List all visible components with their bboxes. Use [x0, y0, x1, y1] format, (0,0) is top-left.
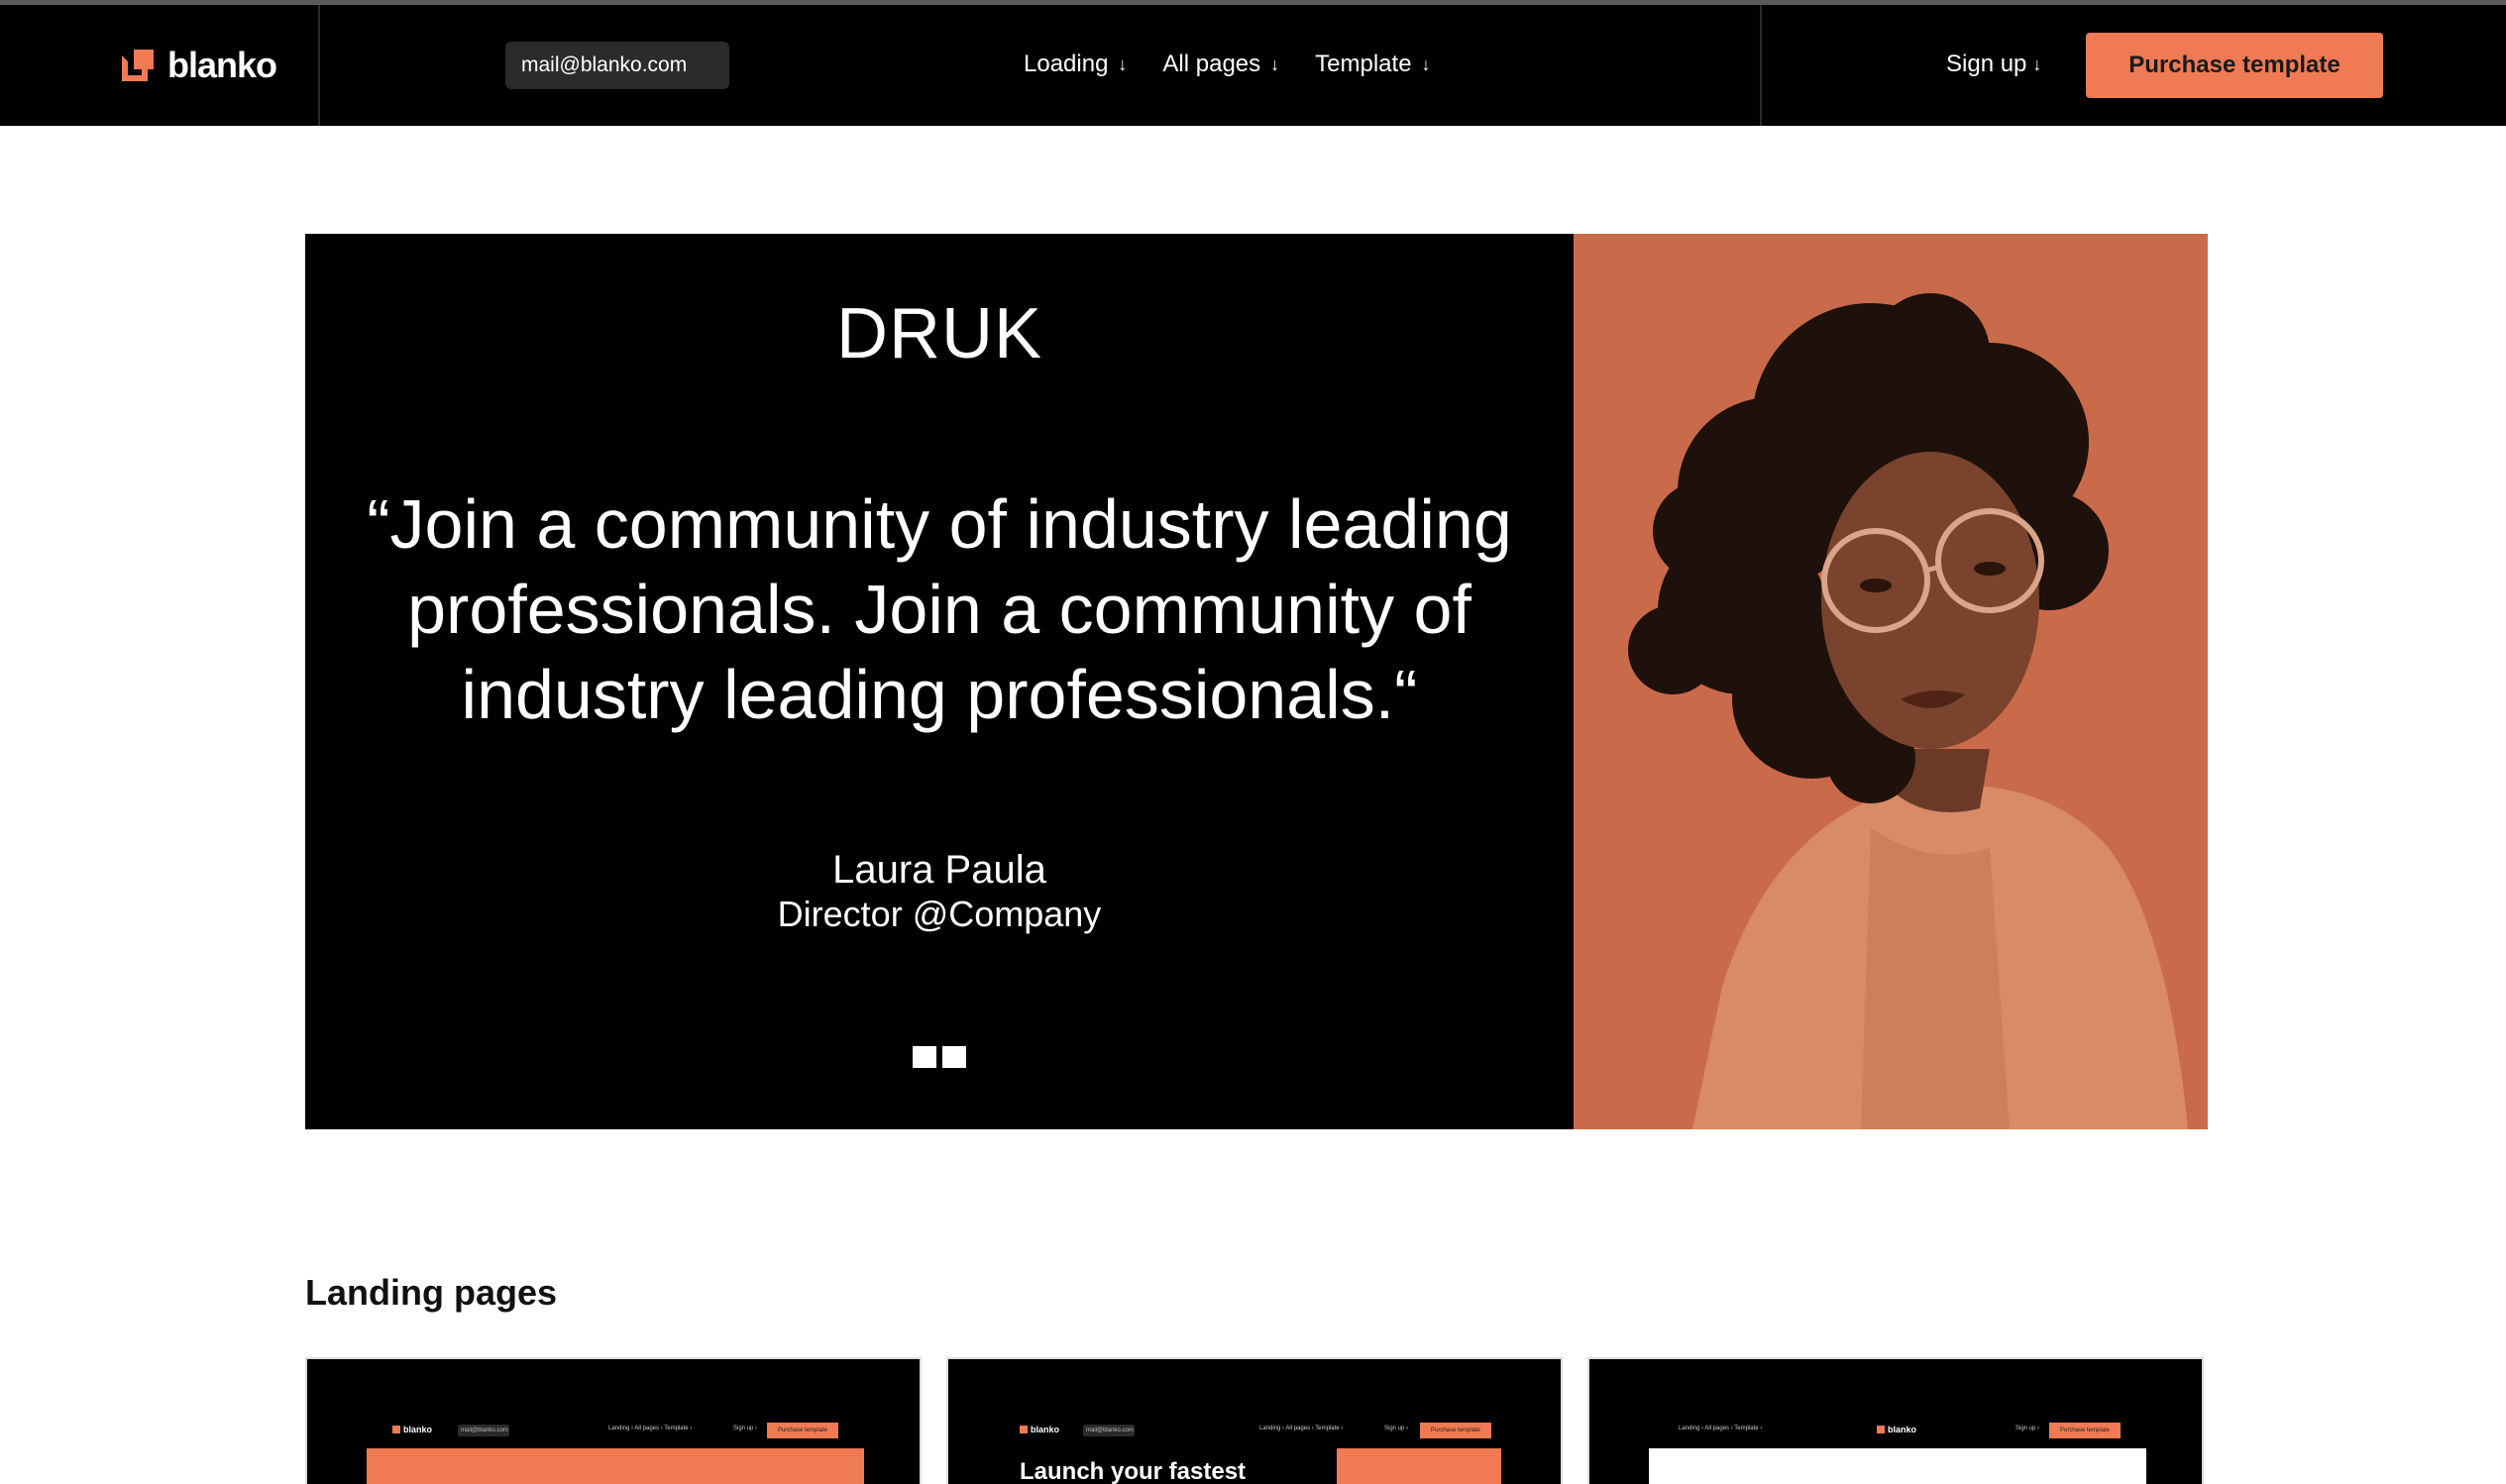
logo-icon — [392, 1426, 400, 1433]
author-name: Laura Paula — [832, 848, 1046, 892]
testimonial-quote: “Join a community of industry leading pr… — [367, 485, 1512, 733]
thumb-purchase-button: Purchase template — [767, 1423, 838, 1438]
logo-icon — [1877, 1426, 1885, 1433]
menu-item-label: Template — [1315, 51, 1412, 77]
thumb-signup: Sign up › — [2016, 1426, 2040, 1431]
testimonial-card: DRUK “Join a community of industry leadi… — [305, 234, 1574, 1129]
top-navbar: blanko mail@blanko.com Loading ↓ All pag… — [0, 5, 2506, 126]
logo-icon — [122, 50, 154, 81]
thumb-hero-block — [367, 1448, 864, 1484]
brand-name: blanko — [167, 45, 277, 85]
arrow-down-icon: ↓ — [2032, 53, 2042, 74]
main-menu: Loading ↓ All pages ↓ Template ↓ — [1024, 51, 1431, 78]
thumb-brand: blanko — [1888, 1425, 1917, 1434]
signup-menu[interactable]: Sign up ↓ — [1946, 51, 2041, 78]
thumb-menu: Landing › All pages › Template › — [608, 1426, 693, 1431]
testimonial-section: DRUK “Join a community of industry leadi… — [305, 234, 2208, 1129]
arrow-down-icon: ↓ — [1421, 53, 1431, 74]
thumb-menu: Landing › All pages › Template › — [1679, 1426, 1763, 1431]
thumb-signup: Sign up › — [733, 1426, 758, 1431]
landing-thumbnail-1[interactable]: blanko mail@blanko.com Landing › All pag… — [305, 1357, 922, 1484]
arrow-down-icon: ↓ — [1118, 53, 1128, 74]
signup-label: Sign up — [1946, 51, 2027, 77]
landing-thumbnail-2[interactable]: blanko mail@blanko.com Landing › All pag… — [946, 1357, 1563, 1484]
thumb-logo: blanko — [1877, 1425, 1916, 1434]
thumb-logo: blanko — [1020, 1425, 1059, 1434]
thumb-hero-block — [1649, 1448, 2146, 1484]
nav-divider — [318, 5, 320, 126]
menu-item-all-pages[interactable]: All pages ↓ — [1162, 51, 1279, 78]
email-badge[interactable]: mail@blanko.com — [505, 42, 729, 89]
thumb-hero-image — [1337, 1448, 1501, 1484]
thumb-purchase-button: Purchase template — [1420, 1423, 1491, 1438]
thumb-menu: Landing › All pages › Template › — [1259, 1426, 1344, 1431]
thumb-signup: Sign up › — [1384, 1426, 1409, 1431]
company-wordmark: DRUK — [835, 294, 1042, 373]
thumb-brand: blanko — [403, 1425, 433, 1434]
thumb-headline: Launch your fastest — [1020, 1458, 1247, 1484]
portrait-illustration — [1574, 234, 2208, 1129]
thumb-brand: blanko — [1031, 1425, 1060, 1434]
thumb-purchase-button: Purchase template — [2049, 1423, 2121, 1438]
menu-item-label: All pages — [1162, 51, 1261, 77]
thumb-email: mail@blanko.com — [458, 1425, 509, 1436]
author-role: Director @Company — [777, 894, 1102, 934]
nav-divider — [1760, 5, 1762, 126]
carousel-pagination — [913, 1046, 966, 1068]
brand-logo[interactable]: blanko — [122, 45, 277, 86]
landing-thumbnail-3[interactable]: Landing › All pages › Template › blanko … — [1587, 1357, 2204, 1484]
carousel-dot[interactable] — [942, 1046, 966, 1068]
menu-item-template[interactable]: Template ↓ — [1315, 51, 1430, 78]
logo-icon — [1020, 1426, 1028, 1433]
arrow-down-icon: ↓ — [1270, 53, 1280, 74]
carousel-dot[interactable] — [913, 1046, 936, 1068]
menu-item-label: Loading — [1024, 51, 1109, 77]
menu-item-loading[interactable]: Loading ↓ — [1024, 51, 1127, 78]
thumb-logo: blanko — [392, 1425, 432, 1434]
purchase-template-button[interactable]: Purchase template — [2086, 33, 2383, 98]
author-portrait-image — [1574, 234, 2208, 1129]
thumb-email: mail@blanko.com — [1083, 1425, 1135, 1436]
landing-pages-heading: Landing pages — [305, 1272, 558, 1313]
